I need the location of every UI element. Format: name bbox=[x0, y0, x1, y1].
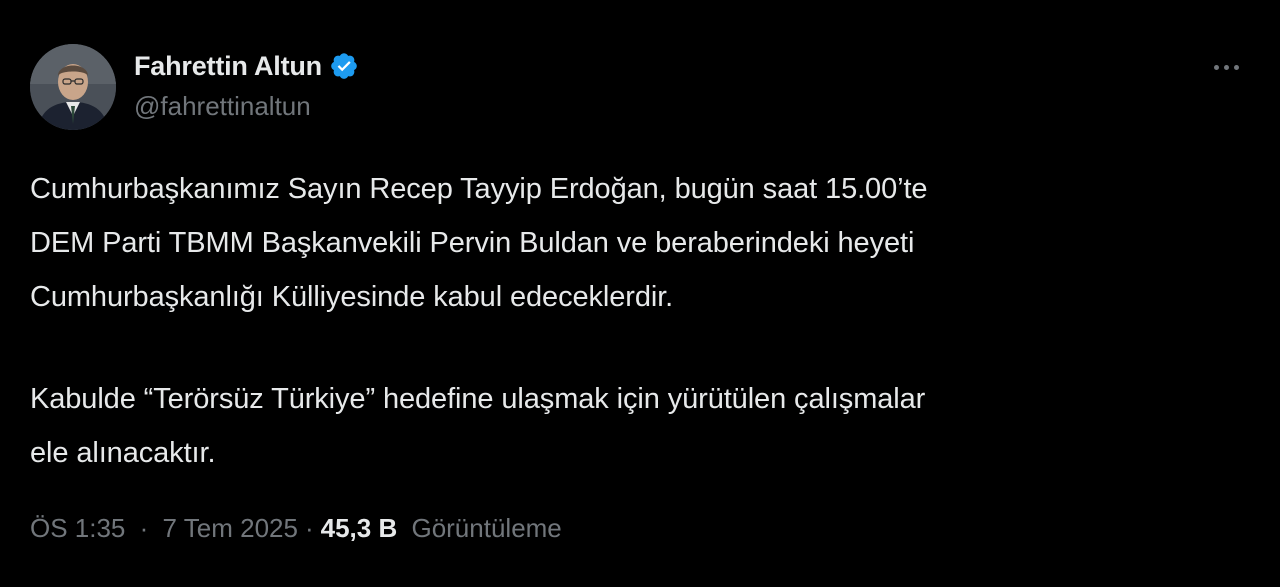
more-horizontal-icon bbox=[1213, 64, 1219, 70]
tweet-text-line: Cumhurbaşkanlığı Külliyesinde kabul edec… bbox=[30, 281, 674, 313]
views-link[interactable]: 45,3 B Görüntüleme bbox=[321, 513, 562, 544]
tweet-card: Fahrettin Altun @fahrettinaltun Cumhurba… bbox=[0, 0, 1280, 587]
verified-badge-icon[interactable] bbox=[329, 51, 359, 81]
more-horizontal-icon bbox=[1233, 64, 1239, 70]
tweet-meta: ÖS 1:35 · 7 Tem 2025 · 45,3 B Görüntülem… bbox=[30, 508, 562, 548]
meta-separator: · bbox=[139, 512, 149, 543]
author-name-row: Fahrettin Altun bbox=[134, 47, 359, 85]
tweet-text-line: ele alınacaktır. bbox=[30, 437, 216, 469]
avatar-image bbox=[30, 44, 116, 130]
more-horizontal-icon bbox=[1223, 64, 1229, 70]
more-options-button[interactable] bbox=[1206, 52, 1246, 82]
paragraph-break bbox=[30, 324, 1250, 372]
tweet-timestamp-link[interactable]: ÖS 1:35 · 7 Tem 2025 bbox=[30, 513, 298, 544]
tweet-date: 7 Tem 2025 bbox=[162, 512, 298, 543]
tweet-text-line: Cumhurbaşkanımız Sayın Recep Tayyip Erdo… bbox=[30, 173, 928, 205]
author-display-name[interactable]: Fahrettin Altun bbox=[134, 51, 322, 82]
tweet-text-line: DEM Parti TBMM Başkanvekili Pervin Bulda… bbox=[30, 227, 915, 259]
views-label: Görüntüleme bbox=[411, 512, 562, 543]
avatar[interactable] bbox=[30, 44, 116, 130]
tweet-text-line: Kabulde “Terörsüz Türkiye” hedefine ulaş… bbox=[30, 383, 926, 415]
views-count: 45,3 B bbox=[320, 512, 398, 543]
meta-separator: · bbox=[304, 512, 314, 543]
author-handle[interactable]: @fahrettinaltun bbox=[134, 91, 359, 122]
author-block: Fahrettin Altun @fahrettinaltun bbox=[134, 47, 359, 122]
tweet-text: Cumhurbaşkanımız Sayın Recep Tayyip Erdo… bbox=[30, 162, 1250, 480]
tweet-time: ÖS 1:35 bbox=[30, 512, 126, 543]
